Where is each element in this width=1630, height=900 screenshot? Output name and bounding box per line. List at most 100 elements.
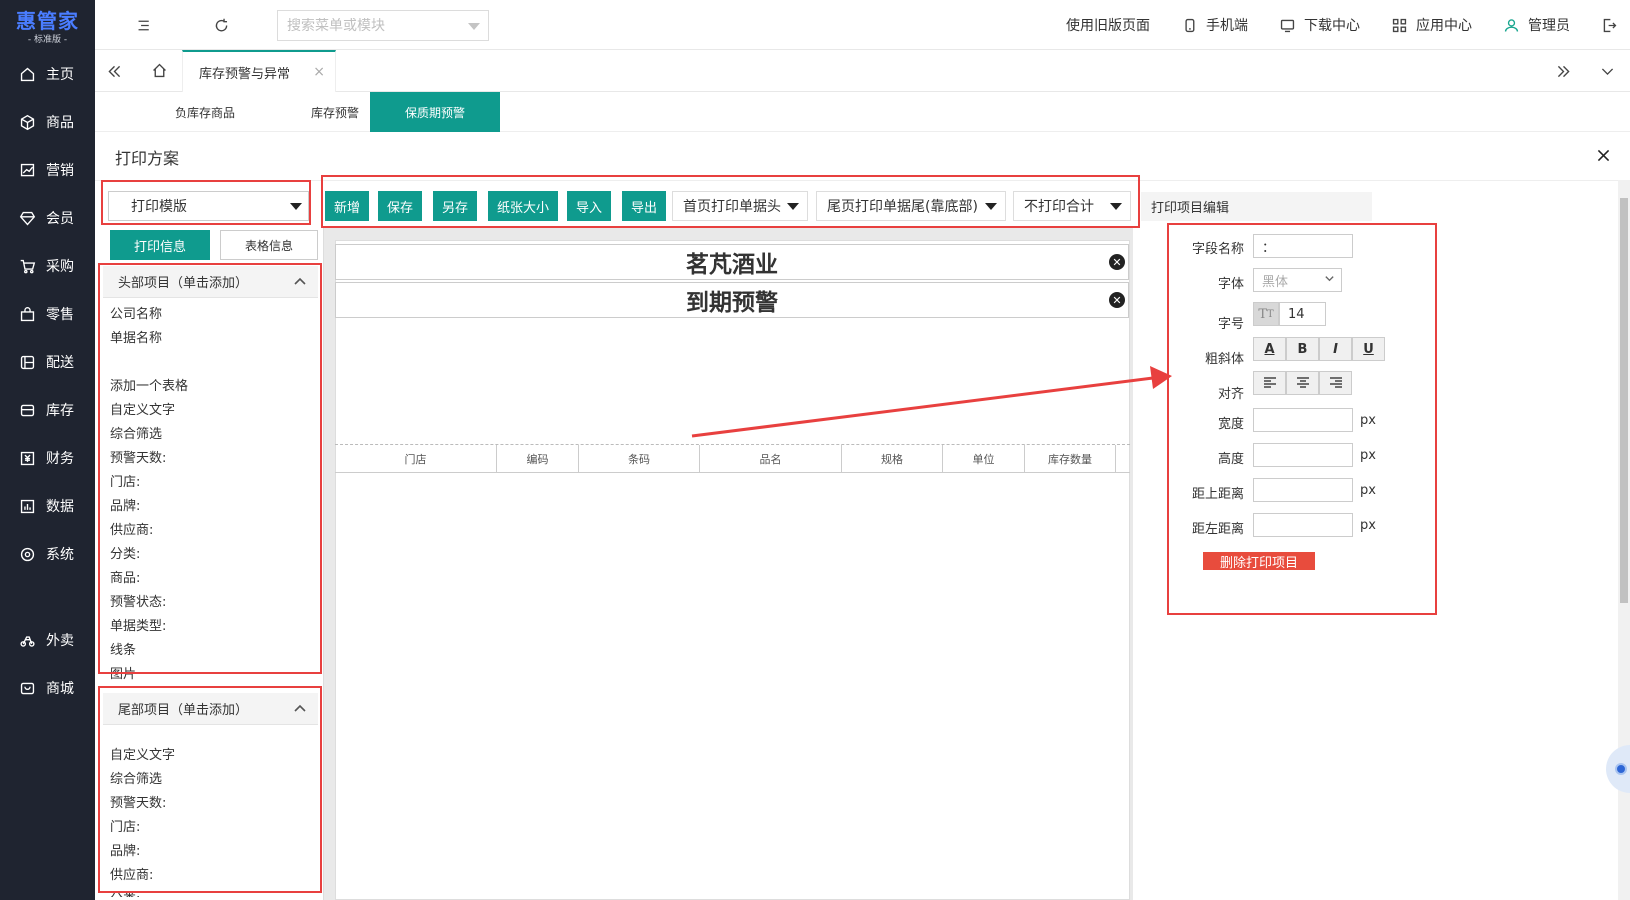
logout-icon[interactable] xyxy=(1600,16,1618,34)
mall-icon xyxy=(18,679,36,697)
user-icon xyxy=(1502,16,1520,34)
menu-toggle-icon[interactable] xyxy=(135,16,153,34)
highlight-template-select xyxy=(101,180,311,225)
close-tab-icon[interactable]: × xyxy=(313,64,325,80)
sidebar-item-label: 配送 xyxy=(46,355,74,371)
top-right-actions: 使用旧版页面 手机端 下载中心 应用中心 管理员 xyxy=(1066,0,1630,50)
sub-tab-bar: 负库存商品 库存预警 保质期预警 xyxy=(95,92,1630,132)
mobile-link[interactable]: 手机端 xyxy=(1180,15,1248,35)
sidebar-item-system[interactable]: 系统 xyxy=(0,530,95,578)
sidebar-item-delivery[interactable]: 配送 xyxy=(0,338,95,386)
sidebar-item-label: 库存 xyxy=(46,403,74,419)
subtab-expiry-alert[interactable]: 保质期预警 xyxy=(370,92,500,132)
mobile-label: 手机端 xyxy=(1206,18,1248,34)
company-name-field[interactable]: 茗芃酒业 ✕ xyxy=(335,244,1129,280)
sidebar-item-marketing[interactable]: 营销 xyxy=(0,146,95,194)
sidebar-item-data[interactable]: 数据 xyxy=(0,482,95,530)
sidebar-item-member[interactable]: 会员 xyxy=(0,194,95,242)
sidebar-item-label: 零售 xyxy=(46,307,74,323)
table-column-header[interactable]: 门店 xyxy=(335,445,497,473)
close-icon[interactable] xyxy=(1594,146,1612,164)
company-name-text: 茗芃酒业 xyxy=(686,252,778,278)
apps-icon xyxy=(1390,16,1408,34)
document-name-text: 到期预警 xyxy=(686,290,778,316)
highlight-head-items xyxy=(98,263,322,674)
mobile-icon xyxy=(1180,16,1198,34)
table-column-header[interactable]: 规格 xyxy=(842,445,943,473)
settings-icon xyxy=(18,545,36,563)
double-chevron-right-icon[interactable] xyxy=(1554,62,1572,80)
home-icon xyxy=(18,65,36,83)
table-column-header[interactable]: 条码 xyxy=(579,445,700,473)
finance-icon xyxy=(18,449,36,467)
print-info-tab[interactable]: 打印信息 xyxy=(110,230,210,260)
highlight-toolbar xyxy=(321,175,1140,228)
sidebar-item-goods[interactable]: 商品 xyxy=(0,98,95,146)
warehouse-icon xyxy=(18,401,36,419)
takeout-icon xyxy=(18,631,36,649)
sidebar-item-label: 会员 xyxy=(46,211,74,227)
old-version-link[interactable]: 使用旧版页面 xyxy=(1066,15,1150,35)
sidebar-item-label: 数据 xyxy=(46,499,74,515)
double-chevron-left-icon[interactable] xyxy=(105,62,123,80)
sidebar-item-purchase[interactable]: 采购 xyxy=(0,242,95,290)
design-canvas[interactable] xyxy=(335,240,1130,900)
remove-field-icon[interactable]: ✕ xyxy=(1109,292,1125,308)
sidebar-nav: 主页 商品 营销 会员 采购 零售 配送 库存 财务 数据 系统 外卖 商城 xyxy=(0,50,95,712)
highlight-foot-items xyxy=(98,686,322,893)
download-center-link[interactable]: 下载中心 xyxy=(1278,15,1360,35)
document-name-field[interactable]: 到期预警 ✕ xyxy=(335,282,1129,318)
download-icon xyxy=(1278,16,1296,34)
print-item-editor-title: 打印项目编辑 xyxy=(1141,192,1372,221)
table-column-header[interactable]: 编码 xyxy=(497,445,579,473)
remove-field-icon[interactable]: ✕ xyxy=(1109,254,1125,270)
sidebar-item-mall[interactable]: 商城 xyxy=(0,664,95,712)
sidebar-item-retail[interactable]: 零售 xyxy=(0,290,95,338)
brand-name: 惠管家 xyxy=(16,9,79,33)
download-label: 下载中心 xyxy=(1304,18,1360,34)
app-center-link[interactable]: 应用中心 xyxy=(1390,15,1472,35)
sidebar-item-home[interactable]: 主页 xyxy=(0,50,95,98)
sidebar-item-label: 采购 xyxy=(46,259,74,275)
data-icon xyxy=(18,497,36,515)
sidebar-item-label: 主页 xyxy=(46,67,74,83)
user-menu[interactable]: 管理员 xyxy=(1502,15,1570,35)
search-box[interactable] xyxy=(277,10,489,41)
tab-bar: 库存预警与异常 × xyxy=(95,50,1630,92)
delivery-icon xyxy=(18,353,36,371)
search-input[interactable] xyxy=(287,17,457,34)
scrollbar-thumb[interactable] xyxy=(1620,198,1628,603)
user-label: 管理员 xyxy=(1528,18,1570,34)
sidebar-item-label: 商品 xyxy=(46,115,74,131)
table-column-header[interactable]: 单位 xyxy=(943,445,1025,473)
subtab-negative-stock[interactable]: 负库存商品 xyxy=(140,92,270,132)
sidebar-item-takeout[interactable]: 外卖 xyxy=(0,616,95,664)
tab-inventory-alert[interactable]: 库存预警与异常 × xyxy=(182,50,336,92)
dialog-title: 打印方案 xyxy=(115,149,180,168)
sidebar-item-label: 外卖 xyxy=(46,633,74,649)
sidebar: 惠管家 - 标准版 - 主页 商品 营销 会员 采购 零售 配送 库存 财务 数… xyxy=(0,0,95,900)
table-column-header[interactable]: 品名 xyxy=(700,445,842,473)
home-tab-icon[interactable] xyxy=(150,61,168,79)
apps-label: 应用中心 xyxy=(1416,18,1472,34)
assistant-icon xyxy=(1615,763,1627,775)
sidebar-item-label: 系统 xyxy=(46,547,74,563)
sidebar-item-inventory[interactable]: 库存 xyxy=(0,386,95,434)
sidebar-item-label: 营销 xyxy=(46,163,74,179)
table-column-header[interactable]: 库存数量 xyxy=(1025,445,1116,473)
refresh-icon[interactable] xyxy=(212,16,230,34)
top-bar: 使用旧版页面 手机端 下载中心 应用中心 管理员 xyxy=(95,0,1630,50)
print-table-header[interactable]: 门店 编码 条码 品名 规格 单位 库存数量 xyxy=(335,444,1130,473)
brand-edition: - 标准版 - xyxy=(27,35,68,45)
chevron-down-icon[interactable] xyxy=(1598,62,1616,80)
search-dropdown-caret[interactable] xyxy=(468,23,480,30)
floating-assistant[interactable] xyxy=(1606,745,1630,793)
cart-icon xyxy=(18,257,36,275)
table-info-tab[interactable]: 表格信息 xyxy=(220,230,318,260)
brand-logo[interactable]: 惠管家 - 标准版 - xyxy=(0,0,95,50)
sidebar-item-finance[interactable]: 财务 xyxy=(0,434,95,482)
chart-icon xyxy=(18,161,36,179)
sidebar-item-label: 商城 xyxy=(46,681,74,697)
highlight-item-editor xyxy=(1167,223,1437,615)
